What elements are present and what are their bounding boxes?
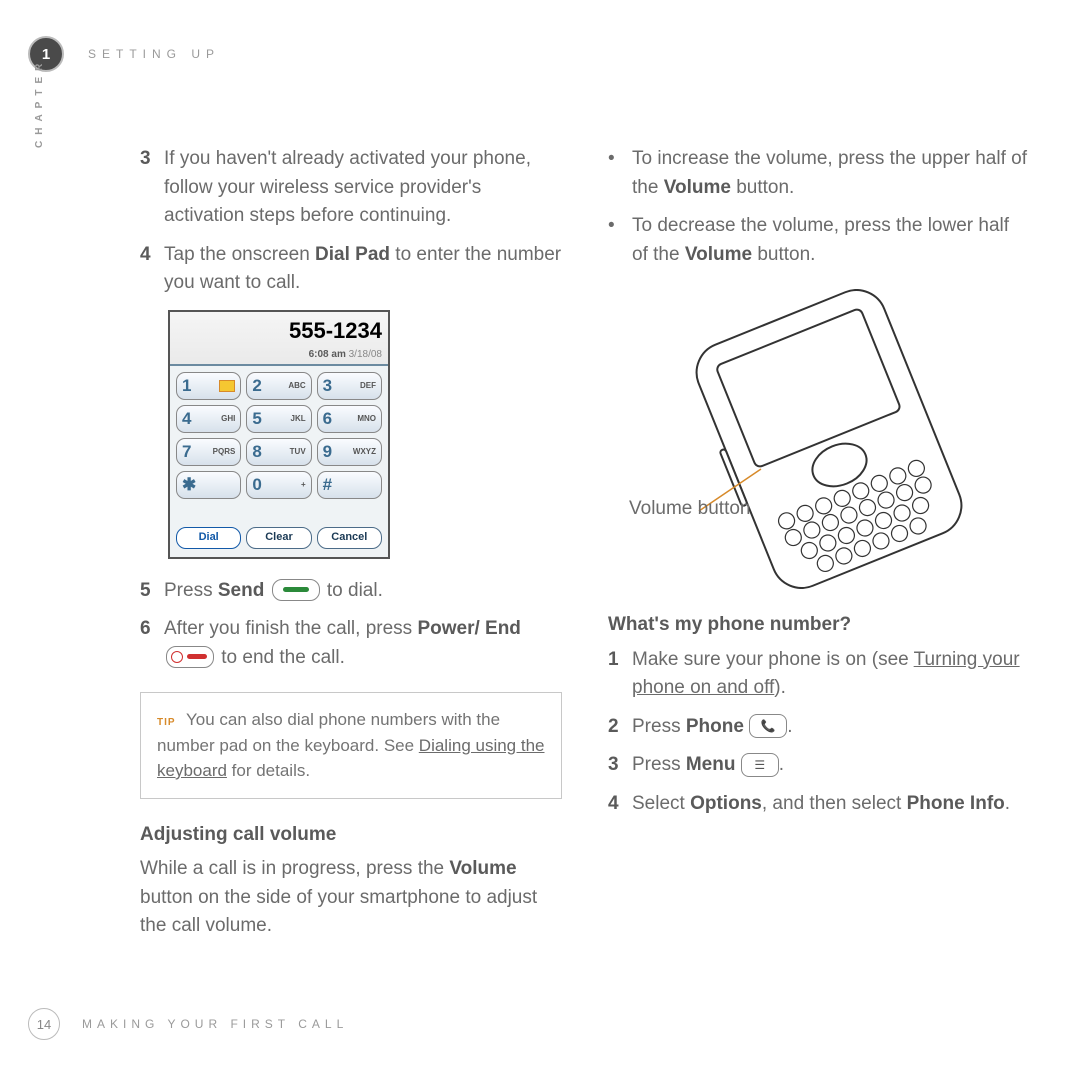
keypad-grid: 1 2ABC 3DEF 4GHI 5JKL 6MNO 7PQRS 8TUV 9W… [170,366,388,505]
dial-button[interactable]: Dial [176,527,241,549]
key-9[interactable]: 9WXYZ [317,438,382,466]
key-2[interactable]: 2ABC [246,372,311,400]
step-3: 3 If you haven't already activated your … [140,145,562,231]
send-key-icon [272,579,320,601]
page-number: 14 [28,1008,60,1040]
subhead-phone-number: What's my phone number? [608,611,1030,640]
key-4[interactable]: 4GHI [176,405,241,433]
left-column: 3 If you haven't already activated your … [140,145,562,941]
step-text: Press Menu ☰. [632,751,1030,780]
pn-step-1: 1 Make sure your phone is on (see Turnin… [608,646,1030,703]
step-text: Press Phone 📞. [632,713,1030,742]
dialed-number: 555-1234 [176,314,382,347]
footer-title: MAKING YOUR FIRST CALL [82,1017,348,1031]
tip-box: TIP You can also dial phone numbers with… [140,692,562,799]
voicemail-icon [219,380,235,392]
tip-text: for details. [227,761,310,780]
key-star[interactable]: ✱ [176,471,241,499]
key-1[interactable]: 1 [176,372,241,400]
step-number: 2 [608,713,632,742]
right-column: To increase the volume, press the upper … [608,145,1030,941]
clear-button[interactable]: Clear [246,527,311,549]
bullet-decrease: To decrease the volume, press the lower … [608,212,1030,269]
dialpad-display: 555-1234 6:08 am 3/18/08 [170,312,388,366]
key-0[interactable]: 0+ [246,471,311,499]
step-number: 1 [608,646,632,703]
tip-label: TIP [157,717,176,728]
page-footer: 14 MAKING YOUR FIRST CALL [28,1008,348,1040]
cancel-button[interactable]: Cancel [317,527,382,549]
step-4: 4 Tap the onscreen Dial Pad to enter the… [140,241,562,298]
key-6[interactable]: 6MNO [317,405,382,433]
key-7[interactable]: 7PQRS [176,438,241,466]
step-number: 3 [608,751,632,780]
key-5[interactable]: 5JKL [246,405,311,433]
bold-term: Dial Pad [315,244,390,265]
side-chapter-label: CHAPTER [34,58,45,148]
dial-pad-figure: 555-1234 6:08 am 3/18/08 1 2ABC 3DEF 4GH… [168,310,390,559]
subhead-adjust-volume: Adjusting call volume [140,821,562,850]
phone-svg [629,289,1009,589]
menu-key-icon: ☰ [741,753,779,777]
step-number: 6 [140,615,164,672]
bullet-increase: To increase the volume, press the upper … [608,145,1030,202]
step-text: Press Send to dial. [164,577,562,606]
text: Tap the onscreen [164,244,315,265]
pn-step-4: 4 Select Options, and then select Phone … [608,790,1030,819]
step-text: If you haven't already activated your ph… [164,145,562,231]
volume-button-callout: Volume button [629,495,750,524]
key-3[interactable]: 3DEF [317,372,382,400]
step-number: 4 [140,241,164,298]
key-pound[interactable]: # [317,471,382,499]
power-end-key-icon [166,646,214,668]
volume-bullets: To increase the volume, press the upper … [608,145,1030,269]
step-text: Tap the onscreen Dial Pad to enter the n… [164,241,562,298]
running-title: SETTING UP [88,47,220,61]
pn-step-3: 3 Press Menu ☰. [608,751,1030,780]
body-text: While a call is in progress, press the V… [140,855,562,941]
phone-key-icon: 📞 [749,714,787,738]
step-text: Select Options, and then select Phone In… [632,790,1030,819]
dialpad-time: 6:08 am 3/18/08 [176,347,382,362]
step-number: 4 [608,790,632,819]
step-6: 6 After you finish the call, press Power… [140,615,562,672]
page-header: 1 SETTING UP [28,36,220,72]
device-illustration: Volume button [629,289,1009,589]
key-8[interactable]: 8TUV [246,438,311,466]
pn-step-2: 2 Press Phone 📞. [608,713,1030,742]
step-number: 5 [140,577,164,606]
step-text: After you finish the call, press Power/ … [164,615,562,672]
step-text: Make sure your phone is on (see Turning … [632,646,1030,703]
dialpad-buttons: Dial Clear Cancel [170,505,388,557]
step-number: 3 [140,145,164,231]
step-5: 5 Press Send to dial. [140,577,562,606]
